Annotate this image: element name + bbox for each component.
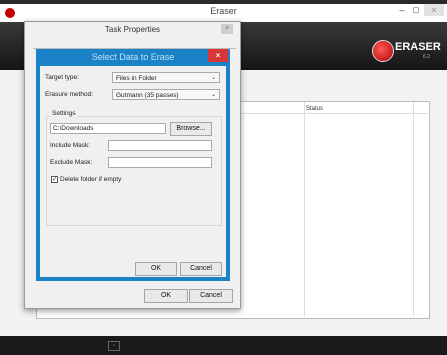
logo-version: 6.2 xyxy=(423,54,430,60)
delete-folder-label: Delete folder if empty xyxy=(60,176,122,183)
select-data-dialog: Select Data to Erase × Target type: File… xyxy=(36,49,230,281)
close-window-button[interactable]: × xyxy=(424,4,444,16)
taskbar-app-icon[interactable]: ▫ xyxy=(108,341,120,351)
dialog-close-button[interactable]: × xyxy=(221,24,233,34)
delete-folder-checkbox[interactable]: ✓ xyxy=(51,176,58,183)
erasure-method-label: Erasure method: xyxy=(45,91,94,98)
taskbar xyxy=(0,336,447,355)
ok-button[interactable]: OK xyxy=(135,262,177,276)
settings-group-label: Settings xyxy=(50,110,78,117)
exclude-mask-input[interactable] xyxy=(108,157,212,168)
exclude-mask-label: Exclude Mask: xyxy=(50,159,93,166)
cancel-button[interactable]: Cancel xyxy=(189,289,233,303)
chevron-down-icon: ⌄ xyxy=(210,75,216,81)
folder-path-input[interactable]: C:\Downloads xyxy=(50,123,166,134)
column-separator[interactable] xyxy=(304,102,305,316)
include-mask-label: Include Mask: xyxy=(50,142,91,149)
eraser-logo-icon xyxy=(372,40,394,62)
logo-text: ERASER xyxy=(395,41,441,53)
browse-button[interactable]: Browse... xyxy=(170,122,212,136)
chevron-down-icon: ⌄ xyxy=(210,92,216,98)
dialog-close-button[interactable]: × xyxy=(208,49,228,62)
window-title: Eraser xyxy=(210,6,237,16)
maximize-button[interactable]: □ xyxy=(410,4,422,16)
ok-button[interactable]: OK xyxy=(144,289,188,303)
dialog-title: Task Properties xyxy=(104,25,161,34)
target-type-value: Files in Folder xyxy=(116,75,157,82)
target-type-label: Target type: xyxy=(45,74,79,81)
column-separator[interactable] xyxy=(413,102,414,316)
cancel-button[interactable]: Cancel xyxy=(180,262,222,276)
erasure-method-value: Gutmann (35 passes) xyxy=(116,92,179,99)
minimize-button[interactable]: – xyxy=(395,4,409,16)
erasure-method-select[interactable]: Gutmann (35 passes) ⌄ xyxy=(112,89,220,100)
include-mask-input[interactable] xyxy=(108,140,212,151)
target-type-select[interactable]: Files in Folder ⌄ xyxy=(112,72,220,83)
column-header-status[interactable]: Status xyxy=(306,106,323,112)
dialog-title: Select Data to Erase xyxy=(91,52,175,62)
eraser-app-icon[interactable] xyxy=(5,8,15,18)
dialog-body: Target type: Files in Folder ⌄ Erasure m… xyxy=(40,66,226,277)
main-titlebar: Eraser xyxy=(0,4,447,22)
